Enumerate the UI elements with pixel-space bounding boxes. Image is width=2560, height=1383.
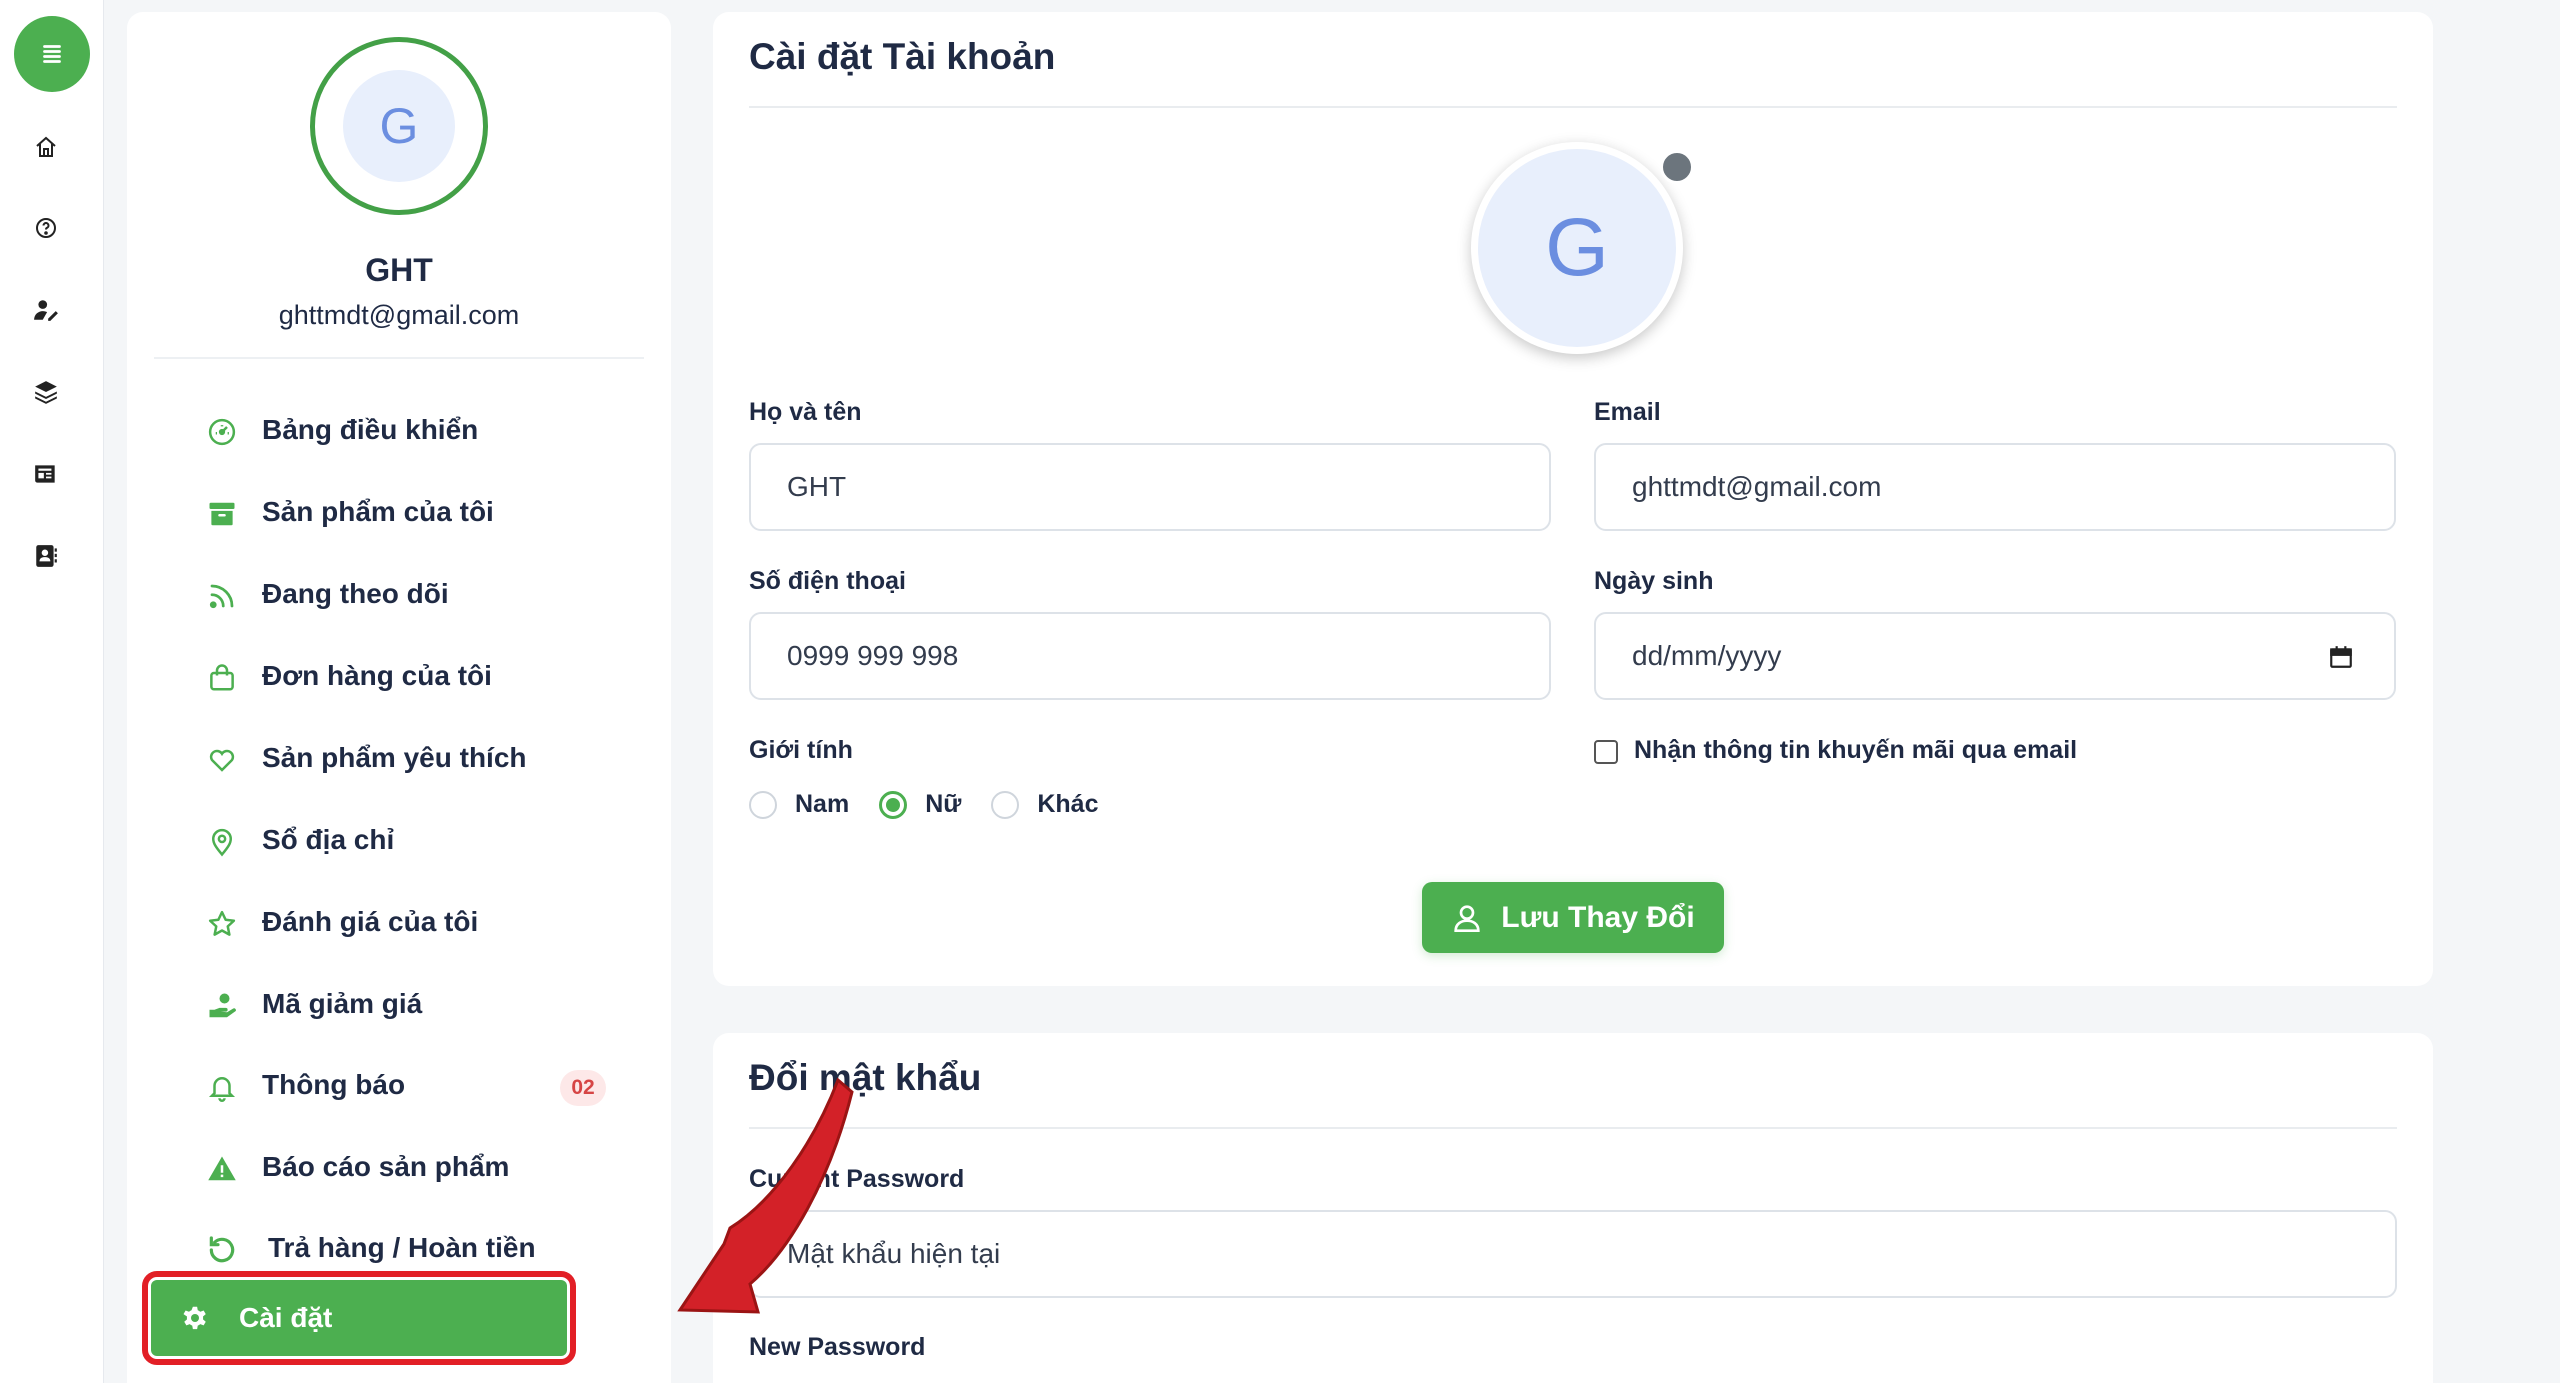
fullname-input[interactable]: GHT (749, 443, 1551, 531)
change-password-card: Đổi mật khẩu Current Password Mật khẩu h… (713, 1033, 2433, 1383)
user-edit-icon[interactable] (32, 296, 60, 324)
sidebar-item-following[interactable]: Đang theo dõi (154, 559, 644, 629)
gear-icon (179, 1302, 211, 1334)
fullname-label: Họ và tên (749, 398, 862, 426)
layers-icon[interactable] (32, 378, 60, 406)
sidebar-item-label: Đang theo dõi (262, 578, 449, 609)
current-password-label: Current Password (749, 1165, 965, 1193)
heart-icon (206, 744, 238, 776)
page-title: Cài đặt Tài khoản (749, 36, 1056, 77)
phone-input[interactable]: 0999 999 998 (749, 612, 1551, 700)
contact-card-icon[interactable] (32, 542, 60, 570)
current-password-input[interactable]: Mật khẩu hiện tại (749, 1210, 2397, 1298)
new-password-label: New Password (749, 1333, 926, 1361)
save-changes-label: Lưu Thay Đổi (1501, 900, 1695, 934)
calendar-icon[interactable] (2328, 644, 2354, 677)
avatar-status-dot[interactable] (1660, 150, 1694, 184)
icon-rail (0, 0, 104, 1383)
gender-radio-group: Nam Nữ Khác (749, 790, 1129, 819)
profile-sidebar: G GHT ghttmdt@gmail.com Bảng điều khiển … (127, 12, 671, 1383)
profile-avatar-upload[interactable]: G (1471, 142, 1683, 354)
gender-label: Giới tính (749, 736, 853, 764)
shopping-bag-icon (206, 662, 238, 694)
star-icon (206, 908, 238, 940)
sidebar-item-notifications[interactable]: Thông báo 02 (154, 1050, 644, 1120)
account-settings-card: Cài đặt Tài khoản G Họ và tên GHT Email … (713, 12, 2433, 986)
bell-icon (206, 1071, 238, 1103)
gender-option-label: Nam (795, 790, 850, 818)
sidebar-item-label: Báo cáo sản phẩm (262, 1151, 510, 1182)
phone-label: Số điện thoại (749, 567, 906, 595)
sidebar-item-my-products[interactable]: Sản phẩm của tôi (154, 477, 644, 547)
sidebar-item-address-book[interactable]: Sổ địa chỉ (154, 805, 644, 875)
gender-radio-female[interactable] (879, 790, 908, 819)
dob-label: Ngày sinh (1594, 567, 1714, 595)
sidebar-item-report-product[interactable]: Báo cáo sản phẩm (154, 1132, 644, 1202)
sidebar-item-orders[interactable]: Đơn hàng của tôi (154, 641, 644, 711)
sidebar-item-dashboard[interactable]: Bảng điều khiển (154, 395, 644, 465)
refund-icon (206, 1234, 238, 1266)
profile-name: GHT (365, 252, 433, 288)
password-section-title: Đổi mật khẩu (749, 1057, 982, 1098)
rss-icon (206, 580, 238, 612)
notification-count-badge: 02 (560, 1070, 606, 1106)
sidebar-item-returns-refunds[interactable]: Trả hàng / Hoàn tiền (154, 1213, 644, 1283)
sidebar-item-my-reviews[interactable]: Đánh giá của tôi (154, 887, 644, 957)
promo-email-label[interactable]: Nhận thông tin khuyến mãi qua email (1634, 736, 2077, 765)
gender-radio-male[interactable] (749, 790, 777, 819)
sidebar-item-label: Đơn hàng của tôi (262, 660, 492, 691)
sidebar-item-label: Thông báo (262, 1069, 406, 1100)
menu-icon[interactable] (14, 16, 90, 92)
email-label: Email (1594, 398, 1661, 426)
gender-option-label: Khác (1037, 790, 1099, 818)
map-pin-icon (206, 826, 238, 858)
title-divider (749, 106, 2397, 108)
dob-value: dd/mm/yyyy (1632, 640, 1782, 671)
sidebar-item-label: Mã giảm giá (262, 988, 423, 1019)
avatar-letter: G (343, 70, 455, 182)
gender-option-label: Nữ (925, 790, 962, 818)
save-changes-button[interactable]: Lưu Thay Đổi (1422, 882, 1724, 953)
sidebar-item-label: Cài đặt (239, 1302, 333, 1333)
sidebar-item-label: Đánh giá của tôi (262, 906, 479, 937)
sidebar-divider (154, 357, 644, 359)
dashboard-icon (206, 416, 238, 448)
avatar: G (310, 37, 488, 215)
password-title-divider (749, 1127, 2397, 1129)
sidebar-item-vouchers[interactable]: Mã giảm giá (154, 969, 644, 1039)
user-icon (1454, 904, 1480, 932)
sidebar-item-label: Sản phẩm của tôi (262, 496, 494, 527)
sidebar-item-favorites[interactable]: Sản phẩm yêu thích (154, 723, 644, 793)
sidebar-item-label: Sản phẩm yêu thích (262, 742, 527, 773)
archive-icon (206, 498, 238, 530)
sidebar-item-label: Bảng điều khiển (262, 414, 479, 445)
promo-email-checkbox[interactable] (1594, 740, 1618, 764)
sidebar-item-label: Trả hàng / Hoàn tiền (268, 1232, 536, 1263)
home-icon[interactable] (32, 133, 60, 161)
sidebar-item-settings[interactable]: Cài đặt (142, 1271, 576, 1365)
hand-coin-icon (206, 990, 238, 1022)
dob-input[interactable]: dd/mm/yyyy (1594, 612, 2396, 700)
gender-radio-other[interactable] (991, 790, 1020, 819)
warning-icon (206, 1153, 238, 1185)
help-icon[interactable] (32, 214, 60, 242)
newspaper-icon[interactable] (32, 460, 60, 488)
email-input[interactable]: ghttmdt@gmail.com (1594, 443, 2396, 531)
profile-email: ghttmdt@gmail.com (278, 300, 520, 330)
sidebar-item-label: Sổ địa chỉ (262, 824, 395, 855)
